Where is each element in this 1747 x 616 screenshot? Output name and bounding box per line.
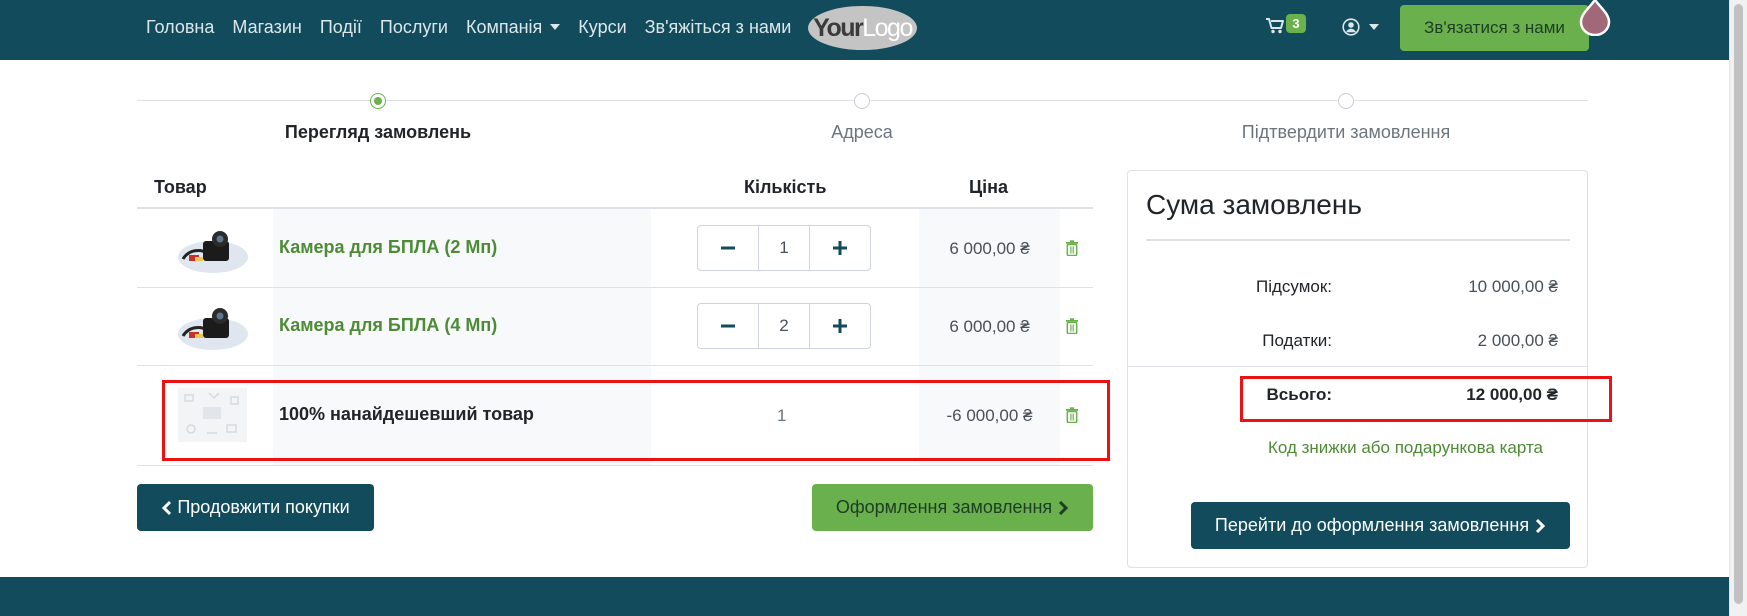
increase-quantity-button[interactable] bbox=[810, 304, 870, 348]
chevron-left-icon bbox=[161, 500, 172, 516]
nav-link-home[interactable]: Головна bbox=[146, 17, 214, 38]
quantity-input[interactable]: 1 bbox=[758, 226, 810, 270]
nav-link-events[interactable]: Події bbox=[320, 17, 362, 38]
nav-link-shop[interactable]: Магазин bbox=[232, 17, 301, 38]
user-avatar-icon bbox=[1342, 18, 1360, 36]
cart-button[interactable]: 3 bbox=[1266, 14, 1306, 40]
top-navbar: Головна Магазин Події Послуги Компанія К… bbox=[0, 0, 1729, 60]
checkout-label: Оформлення замовлення bbox=[835, 497, 1053, 517]
trash-icon[interactable] bbox=[1064, 318, 1080, 334]
vertical-scrollbar[interactable] bbox=[1729, 0, 1747, 616]
column-header-price: Ціна bbox=[969, 177, 1009, 197]
row-price: 6 000,00 ₴ bbox=[949, 239, 1030, 258]
plus-icon bbox=[833, 241, 847, 255]
column-header-quantity: Кількість bbox=[744, 177, 827, 197]
quantity-stepper: 1 bbox=[697, 225, 871, 271]
quantity-stepper: 2 bbox=[697, 303, 871, 349]
minus-icon bbox=[721, 324, 735, 328]
product-name-link[interactable]: Камера для БПЛА (4 Мп) bbox=[279, 315, 497, 336]
quantity-input[interactable]: 2 bbox=[758, 304, 810, 348]
product-thumbnail[interactable] bbox=[175, 296, 250, 356]
taxes-value: 2 000,00 ₴ bbox=[1477, 331, 1558, 350]
step-label-confirm[interactable]: Підтвердити замовлення bbox=[1242, 122, 1450, 143]
divider bbox=[1146, 239, 1570, 241]
shopping-cart-icon bbox=[1266, 18, 1284, 34]
subtotal-value: 10 000,00 ₴ bbox=[1468, 277, 1558, 296]
proceed-to-checkout-button[interactable]: Перейти до оформлення замовлення bbox=[1191, 502, 1570, 549]
cart-count-badge: 3 bbox=[1286, 14, 1306, 33]
logo-word-bold: Your bbox=[813, 13, 864, 42]
step-dot-review bbox=[370, 93, 386, 109]
table-row: Камера для БПЛА (2 Мп) 1 6 000,00 ₴ bbox=[137, 207, 1093, 288]
nav-link-contact[interactable]: Зв'яжіться з нами bbox=[645, 17, 792, 38]
subtotal-label: Підсумок: bbox=[1255, 277, 1332, 296]
product-thumbnail[interactable] bbox=[175, 219, 250, 279]
checkout-button[interactable]: Оформлення замовлення bbox=[812, 484, 1093, 531]
product-name-link[interactable]: Камера для БПЛА (2 Мп) bbox=[279, 237, 497, 258]
scrollbar-thumb[interactable] bbox=[1734, 4, 1743, 604]
step-dot-address bbox=[854, 93, 870, 109]
summary-title: Сума замовлень bbox=[1146, 189, 1362, 220]
site-logo[interactable]: YourLogo bbox=[808, 6, 917, 50]
page-footer bbox=[0, 577, 1729, 616]
decrease-quantity-button[interactable] bbox=[698, 304, 758, 348]
chevron-down-icon bbox=[1369, 24, 1379, 30]
discount-code-link[interactable]: Код знижки або подарункова карта bbox=[1268, 438, 1543, 458]
nav-link-courses[interactable]: Курси bbox=[578, 17, 626, 38]
continue-shopping-label: Продовжити покупки bbox=[177, 497, 350, 517]
increase-quantity-button[interactable] bbox=[810, 226, 870, 270]
step-label-review: Перегляд замовлень bbox=[284, 122, 472, 142]
taxes-label: Податки: bbox=[1262, 331, 1332, 350]
minus-icon bbox=[721, 246, 735, 250]
continue-shopping-button[interactable]: Продовжити покупки bbox=[137, 484, 374, 531]
contact-us-button[interactable]: Зв'язатися з нами bbox=[1400, 5, 1589, 51]
chevron-right-icon bbox=[1058, 500, 1069, 516]
decrease-quantity-button[interactable] bbox=[698, 226, 758, 270]
proceed-label: Перейти до оформлення замовлення bbox=[1214, 515, 1530, 535]
order-summary-card: Сума замовлень Підсумок: 10 000,00 ₴ Под… bbox=[1127, 170, 1588, 568]
divider bbox=[1128, 366, 1587, 367]
chevron-down-icon bbox=[550, 24, 561, 30]
nav-link-services[interactable]: Послуги bbox=[380, 17, 448, 38]
trash-icon[interactable] bbox=[1064, 240, 1080, 256]
row-price: 6 000,00 ₴ bbox=[949, 317, 1030, 336]
main-menu: Головна Магазин Події Послуги Компанія К… bbox=[146, 0, 809, 54]
logo-wordmark: YourLogo bbox=[813, 13, 913, 43]
step-dot-confirm bbox=[1338, 93, 1354, 109]
highlight-box-discount-row bbox=[162, 380, 1110, 461]
column-header-product: Товар bbox=[154, 177, 207, 197]
user-menu-dropdown[interactable] bbox=[1342, 16, 1386, 38]
logo-word-light: Logo bbox=[862, 13, 913, 42]
step-label-address[interactable]: Адреса bbox=[831, 122, 893, 143]
highlight-box-total bbox=[1240, 376, 1612, 422]
nav-link-company-label: Компанія bbox=[465, 16, 543, 37]
plus-icon bbox=[833, 319, 847, 333]
decorative-drop-icon bbox=[1579, 0, 1611, 36]
chevron-right-icon bbox=[1535, 518, 1546, 534]
nav-dropdown-company[interactable]: Компанія bbox=[465, 16, 561, 38]
table-row: Камера для БПЛА (4 Мп) 2 6 000,00 ₴ bbox=[137, 288, 1093, 366]
